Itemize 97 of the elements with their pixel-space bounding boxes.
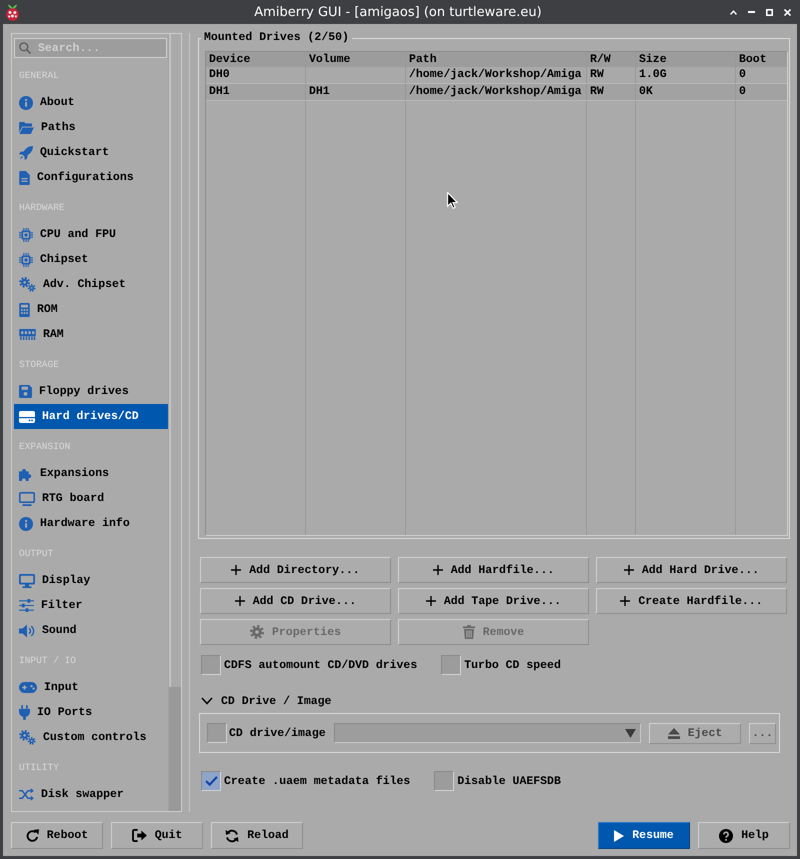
floppy-icon — [19, 385, 32, 398]
checkbox[interactable] — [441, 655, 462, 675]
footer-button[interactable]: Reboot — [11, 822, 103, 849]
gear-icon — [250, 625, 264, 639]
table-cell: 0 — [736, 84, 787, 101]
window-title: Amiberry GUI - [amigaos] (on turtleware.eu) — [254, 4, 542, 20]
sidebar-item[interactable]: Filter — [14, 593, 168, 618]
calculator-icon — [19, 302, 30, 316]
plus-icon — [426, 596, 436, 606]
checkbox-label: Turbo CD speed — [464, 658, 561, 672]
checkbox-label: Create .uaem metadata files — [224, 774, 410, 788]
image-dropdown[interactable] — [334, 723, 641, 743]
sidebar-item[interactable]: Input — [14, 675, 168, 700]
cursor-icon — [447, 192, 458, 209]
gears-icon — [19, 730, 36, 745]
sidebar-item[interactable]: Configurations — [14, 165, 168, 190]
sidebar-item[interactable]: Display — [14, 568, 168, 593]
shuffle-icon — [19, 788, 34, 801]
file-icon — [19, 170, 30, 184]
plus-icon — [620, 596, 630, 606]
sidebar-item[interactable]: About — [14, 90, 168, 115]
plug-icon — [19, 705, 30, 720]
sidebar-item[interactable]: RTG board — [14, 486, 168, 511]
footer-button[interactable]: Resume — [598, 822, 690, 849]
check-icon — [204, 776, 218, 786]
search-icon — [19, 42, 31, 54]
info-icon — [19, 96, 33, 110]
memory-icon — [19, 329, 36, 340]
sidebar-item[interactable]: Adv. Chipset — [14, 272, 168, 297]
sidebar-item[interactable]: Hardware info — [14, 511, 168, 536]
close-icon[interactable] — [784, 8, 791, 16]
refresh-icon — [225, 828, 240, 842]
sidebar-item[interactable]: Expansions — [14, 461, 168, 486]
help-icon — [719, 828, 734, 842]
sidebar-item[interactable]: IO Ports — [14, 700, 168, 725]
drive-action-button[interactable]: Add CD Drive... — [200, 588, 391, 614]
gamepad-icon — [19, 682, 37, 693]
caret-up-icon[interactable] — [730, 10, 737, 14]
footer-button[interactable]: Help — [698, 822, 790, 849]
eject-icon — [668, 728, 680, 738]
scrollbar-thumb[interactable] — [169, 34, 181, 687]
table-cell: DH1 — [206, 84, 306, 101]
sidebar-item[interactable]: Paths — [14, 115, 168, 140]
sign-out-icon — [132, 829, 147, 842]
redo-icon — [26, 829, 39, 842]
plus-icon — [234, 596, 245, 606]
checkbox-label: Disable UAEFSDB — [457, 774, 561, 788]
sidebar-item[interactable]: Chipset — [14, 247, 168, 272]
maximize-icon[interactable] — [766, 8, 773, 16]
scrollbar[interactable] — [168, 34, 181, 811]
table-cell: RW — [587, 84, 636, 101]
plus-icon — [432, 565, 443, 575]
info-icon — [19, 516, 33, 530]
rocket-icon — [19, 146, 33, 160]
sidebar-item[interactable]: Hard drives/CD — [14, 404, 168, 429]
plus-icon — [624, 565, 634, 575]
monitor-icon — [19, 492, 35, 506]
caret-down-icon — [625, 728, 636, 738]
plus-icon — [231, 565, 242, 575]
checkbox-label: CDFS automount CD/DVD drives — [224, 658, 418, 672]
footer-button[interactable]: Quit — [111, 822, 203, 849]
drive-action-button[interactable]: Add Directory... — [200, 557, 391, 583]
checkbox[interactable] — [201, 771, 221, 791]
footer-button[interactable]: Reload — [211, 822, 303, 849]
play-icon — [614, 830, 624, 842]
sliders-icon — [19, 599, 34, 612]
sidebar-item[interactable]: CPU and FPU — [14, 222, 168, 247]
group-title: Mounted Drives (2/50) — [203, 32, 350, 44]
table-cell: 0K — [636, 84, 736, 101]
collapse-toggle[interactable]: CD Drive / Image — [201, 693, 332, 709]
monitor-icon — [19, 574, 35, 588]
sidebar-item[interactable]: ROM — [14, 297, 168, 322]
trash-icon — [462, 625, 475, 639]
drive-action-button[interactable]: Add Tape Drive... — [398, 588, 589, 614]
puzzle-icon — [19, 466, 33, 480]
drive-action-button[interactable]: Create Hardfile... — [596, 588, 787, 614]
chip-icon — [19, 252, 33, 266]
speaker-icon — [19, 624, 35, 638]
sidebar-item[interactable]: RAM — [14, 322, 168, 347]
checkbox[interactable] — [207, 723, 227, 743]
sidebar-item[interactable]: Sound — [14, 618, 168, 643]
sidebar-item[interactable]: Quickstart — [14, 140, 168, 165]
hard-drive-icon — [19, 410, 35, 422]
sidebar-item[interactable]: Floppy drives — [14, 379, 168, 404]
table-cell: /home/jack/Workshop/Amiga — [406, 84, 587, 101]
checkbox-label: CD drive/image — [229, 726, 326, 740]
drive-action-button[interactable]: Add Hard Drive... — [596, 557, 787, 583]
chip-icon — [19, 228, 33, 242]
drive-action-button[interactable]: Add Hardfile... — [398, 557, 589, 583]
gears-icon — [19, 277, 36, 292]
checkbox[interactable] — [201, 655, 221, 675]
table-cell: DH1 — [306, 84, 406, 101]
folder-icon — [19, 122, 34, 134]
berry-icon — [5, 4, 20, 20]
checkbox[interactable] — [434, 771, 454, 791]
sidebar-item[interactable]: Disk swapper — [14, 782, 168, 807]
sidebar-item[interactable]: Custom controls — [14, 725, 168, 750]
